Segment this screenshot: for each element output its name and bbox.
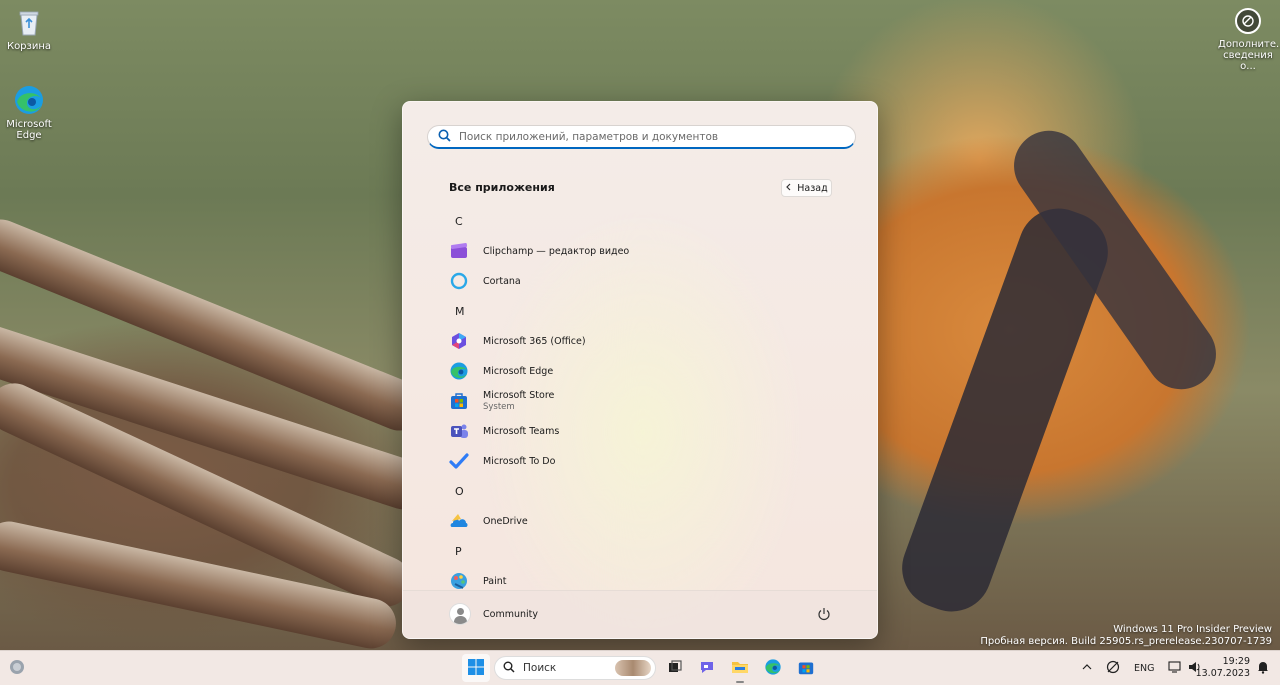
app-name: Clipchamp — редактор видео <box>483 245 630 257</box>
app-item-microsoft-todo[interactable]: Microsoft To Do <box>449 446 849 476</box>
weather-icon <box>8 658 26 679</box>
user-name: Community <box>483 608 538 620</box>
store-icon <box>797 658 815 679</box>
build-watermark: Windows 11 Pro Insider Preview Пробная в… <box>980 624 1272 648</box>
camera-info-icon <box>1235 8 1261 34</box>
start-button[interactable] <box>465 657 487 679</box>
app-name: Paint <box>483 575 507 587</box>
office-icon <box>449 331 469 351</box>
desktop-icon-label: Корзина <box>6 41 52 52</box>
start-menu: Все приложения Назад C Clipchamp — редак… <box>402 101 878 639</box>
clock-date: 13.07.2023 <box>1195 668 1250 679</box>
search-highlight-image <box>615 660 651 676</box>
section-letter-c[interactable]: C <box>449 206 849 236</box>
app-name: OneDrive <box>483 515 528 527</box>
show-hidden-icons-button[interactable] <box>1082 663 1092 674</box>
watermark-line: Windows 11 Pro Insider Preview <box>1113 624 1272 635</box>
chevron-left-icon <box>785 183 791 194</box>
task-view-button[interactable] <box>664 657 686 679</box>
app-item-microsoft-store[interactable]: Microsoft Store System <box>449 386 849 416</box>
all-apps-list: C Clipchamp — редактор видео Cortana M M… <box>449 206 849 596</box>
avatar <box>449 603 471 625</box>
taskbar: Поиск ENG 19:29 13.07.2023 <box>0 650 1280 685</box>
desktop-icon-recycle-bin[interactable]: Корзина <box>1 6 57 52</box>
section-letter-o[interactable]: O <box>449 476 849 506</box>
clipchamp-icon <box>449 241 469 261</box>
notification-bell-icon <box>1256 660 1270 677</box>
app-name: Cortana <box>483 275 521 287</box>
app-item-cortana[interactable]: Cortana <box>449 266 849 296</box>
chat-icon <box>698 658 716 679</box>
user-account-button[interactable]: Community <box>449 603 538 625</box>
teams-icon <box>449 421 469 441</box>
windows-logo-icon <box>467 658 485 679</box>
app-name: Microsoft Teams <box>483 425 560 437</box>
store-icon <box>449 391 469 411</box>
taskbar-search[interactable]: Поиск <box>494 656 656 680</box>
app-item-microsoft-365[interactable]: Microsoft 365 (Office) <box>449 326 849 356</box>
app-name: Microsoft 365 (Office) <box>483 335 586 347</box>
search-icon <box>503 661 515 676</box>
app-name: Microsoft To Do <box>483 455 556 467</box>
learn-more-label: Дополните... сведения о... <box>1218 39 1280 72</box>
start-search-box[interactable] <box>427 125 856 149</box>
edge-icon <box>449 361 469 381</box>
edge-icon <box>764 658 782 679</box>
app-item-microsoft-teams[interactable]: Microsoft Teams <box>449 416 849 446</box>
app-item-onedrive[interactable]: OneDrive <box>449 506 849 536</box>
section-letter-m[interactable]: M <box>449 296 849 326</box>
taskbar-store-button[interactable] <box>795 657 817 679</box>
taskbar-edge-button[interactable] <box>762 657 784 679</box>
todo-icon <box>449 451 469 471</box>
running-indicator <box>736 681 744 683</box>
power-button[interactable] <box>817 607 831 621</box>
app-subtitle: System <box>483 402 515 412</box>
app-name: Microsoft Edge <box>483 365 554 377</box>
taskbar-search-label: Поиск <box>523 662 557 674</box>
section-letter-p[interactable]: P <box>449 536 849 566</box>
watermark-line: Пробная версия. Build 25905.rs_prereleas… <box>980 636 1272 647</box>
notifications-button[interactable] <box>1252 657 1274 679</box>
system-tray: ENG <box>1082 651 1202 685</box>
widgets-button[interactable] <box>6 657 28 679</box>
file-explorer-button[interactable] <box>729 657 751 683</box>
teams-chat-button[interactable] <box>696 657 718 679</box>
app-item-clipchamp[interactable]: Clipchamp — редактор видео <box>449 236 849 266</box>
cortana-icon <box>449 271 469 291</box>
task-view-icon <box>667 659 683 678</box>
language-indicator[interactable]: ENG <box>1134 663 1154 674</box>
back-button[interactable]: Назад <box>781 179 832 197</box>
start-footer: Community <box>403 590 877 638</box>
paint-icon <box>449 571 469 591</box>
app-name: Microsoft Store <box>483 390 555 401</box>
app-item-microsoft-edge[interactable]: Microsoft Edge <box>449 356 849 386</box>
desktop-icon-label: Microsoft Edge <box>6 119 52 141</box>
power-icon <box>817 608 831 624</box>
clock-time: 19:29 <box>1222 656 1250 667</box>
all-apps-title: Все приложения <box>449 181 555 194</box>
display-icon[interactable] <box>1168 661 1182 676</box>
taskbar-clock[interactable]: 19:29 13.07.2023 <box>1196 656 1250 680</box>
start-search-input[interactable] <box>459 130 839 143</box>
folder-icon <box>731 658 749 679</box>
search-icon <box>438 129 451 145</box>
desktop-icon-edge[interactable]: Microsoft Edge <box>1 84 57 141</box>
recycle-bin-icon <box>13 6 45 38</box>
onedrive-icon <box>449 511 469 531</box>
edge-icon <box>13 84 45 116</box>
network-off-icon[interactable] <box>1106 660 1120 677</box>
learn-more-widget[interactable]: Дополните... сведения о... <box>1218 8 1280 72</box>
back-button-label: Назад <box>797 182 828 194</box>
